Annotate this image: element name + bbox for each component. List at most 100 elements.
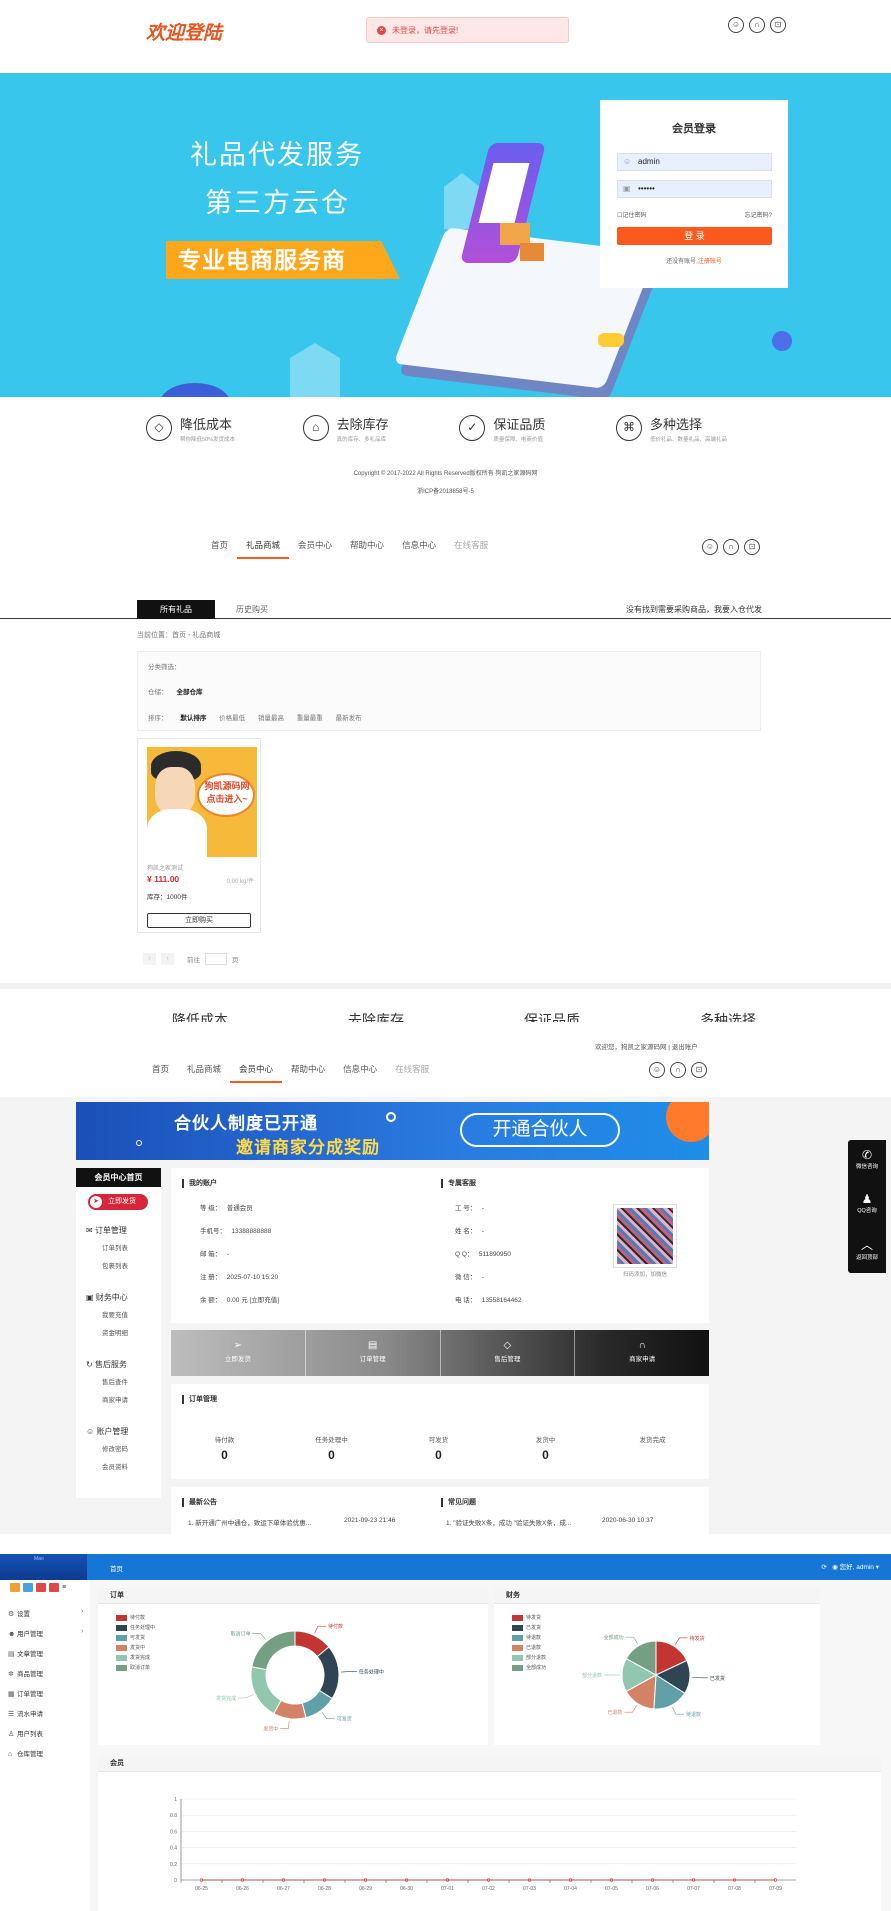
product-image[interactable]: 狗凯源码网 点击进入~ [147,747,257,857]
nav-help[interactable]: 帮助中心 [282,1063,334,1083]
admin-home-tab[interactable]: 首页 [110,1563,123,1573]
filter-warehouse-value[interactable]: 全部仓库 [177,689,203,696]
stat-completed[interactable]: 发货完成 [599,1434,706,1448]
refresh-icon[interactable]: ⟳ [821,1564,826,1571]
prev-page-button[interactable]: ‹ [143,953,156,965]
stat-ready[interactable]: 可发货 0 [385,1434,492,1462]
decor-ring [386,1112,396,1122]
article-icon: ▤ [8,1651,15,1658]
nav-member[interactable]: 会员中心 [230,1063,283,1083]
tab-all-gifts[interactable]: 所有礼品 [137,600,215,619]
user-icon[interactable]: ☺ [728,17,744,33]
buy-button[interactable]: 立即购买 [147,913,251,928]
pie-slice[interactable] [250,1666,282,1715]
action-orders[interactable]: ▤ 订单管理 [306,1330,441,1376]
page-jump-input[interactable] [205,953,227,965]
sort-price[interactable]: 价格最低 [219,715,245,722]
open-partner-button[interactable]: 开通合伙人 [460,1113,620,1147]
sidebar-item-change-password[interactable]: 修改密码 [102,1443,128,1453]
quick-button-orange[interactable] [10,1583,20,1592]
sidebar-item-package-list[interactable]: 包裹列表 [102,1260,128,1270]
nav-home[interactable]: 首页 [202,539,237,559]
user-icon[interactable]: ☺ [702,539,718,555]
sort-sales[interactable]: 销量最高 [258,715,284,722]
cart-icon[interactable]: ⊡ [744,539,760,555]
slice-label: 任务处理中 [359,1669,384,1676]
faq-item[interactable]: 1. "验证失败X条，成功 "验证失败X条，成... [446,1517,571,1527]
quick-button-red[interactable] [49,1583,59,1592]
menu-users[interactable]: ☻ 用户管理 [8,1628,43,1638]
sidebar-item-merchant-apply[interactable]: 商家申请 [102,1394,128,1404]
menu-settings[interactable]: ⚙ 设置 [8,1608,30,1618]
stat-processing[interactable]: 任务处理中 0 [278,1434,385,1462]
menu-warehouse[interactable]: ⌂ 仓库管理 [8,1748,43,1758]
menu-user-list[interactable]: ♙ 用户列表 [8,1728,43,1738]
stat-shipping[interactable]: 发货中 0 [492,1434,599,1462]
menu-toggle-icon[interactable]: ≡ [62,1583,72,1592]
member-top-links[interactable]: 欢迎您，狗凯之家源码网 | 退出账户 [595,1041,698,1051]
menu-orders[interactable]: ▦ 订单管理 [8,1688,43,1698]
nav-mall[interactable]: 礼品商城 [237,539,290,559]
send-icon: ➤ [90,1196,102,1208]
tab-history[interactable]: 历史购买 [236,600,268,619]
stat-pending-pay[interactable]: 待付款 0 [171,1434,278,1462]
forgot-link[interactable]: 忘记密码? [745,210,772,219]
nav-help[interactable]: 帮助中心 [341,539,393,559]
qq-consult[interactable]: ♟ QQ咨询 [848,1192,886,1214]
sidebar-item-recharge[interactable]: 我要充值 [102,1309,128,1319]
password-input[interactable]: ▣ •••••• [617,180,772,198]
headset-icon[interactable]: ∩ [749,17,765,33]
warehouse-request-link[interactable]: 没有找到需要采购商品，我要入仓代发 [626,600,762,619]
admin-user-menu[interactable]: ⟳ ◉ 您好, admin ▾ [821,1561,879,1571]
sort-weight[interactable]: 重量最重 [297,715,323,722]
product-name[interactable]: 狗凯之家测试 [147,863,183,872]
nav-mall[interactable]: 礼品商城 [178,1063,230,1083]
sort-default[interactable]: 默认排序 [180,715,206,722]
headset-icon[interactable]: ∩ [670,1062,686,1078]
account-balance[interactable]: 余 额： 0.00 元 [立即充值] [200,1294,279,1304]
admin-logo[interactable]: Mao [0,1554,87,1580]
menu-articles[interactable]: ▤ 文章管理 [8,1648,43,1658]
cart-icon[interactable]: ⊡ [770,17,786,33]
nav-service[interactable]: 在线客服 [386,1063,438,1083]
banner-badge: 专业电商服务商 [166,241,400,279]
nav-home[interactable]: 首页 [143,1063,178,1083]
menu-flow[interactable]: ☰ 流水申请 [8,1708,43,1718]
login-button[interactable]: 登 录 [617,227,772,245]
nav-service[interactable]: 在线客服 [445,539,497,559]
product-card[interactable]: 狗凯源码网 点击进入~ 狗凯之家测试 ¥ 111.00 0.00 kg/件 库存：… [137,738,261,933]
cart-icon[interactable]: ⊡ [691,1062,707,1078]
sidebar-item-profile[interactable]: 会员资料 [102,1461,128,1471]
ship-now-button[interactable]: ➤ 立即发货 [88,1194,148,1210]
action-ship[interactable]: ➢ 立即发货 [171,1330,306,1376]
nav-member[interactable]: 会员中心 [289,539,341,559]
login-header: 欢迎登陆 × 未登录，请先登录! ☺ ∩ ⊡ [0,0,891,72]
menu-products[interactable]: ✲ 商品管理 [8,1668,43,1678]
user-icon[interactable]: ☺ [649,1062,665,1078]
headset-icon[interactable]: ∩ [723,539,739,555]
wechat-consult[interactable]: ✆ 微信咨询 [848,1148,886,1170]
feature-desc: 真的库存、多礼品库 [336,436,387,443]
nav-info[interactable]: 信息中心 [334,1063,386,1083]
remember-checkbox[interactable]: ☐记住密码 [617,210,646,219]
icp-link[interactable]: 浙ICP备2018858号-5 [0,486,891,495]
next-page-button[interactable]: › [161,953,174,965]
action-aftersale[interactable]: ◇ 售后管理 [441,1330,576,1376]
back-to-top[interactable]: ︿ 返回顶部 [848,1236,886,1261]
partner-banner[interactable]: 合伙人制度已开通 邀请商家分成奖励 开通合伙人 [76,1102,709,1160]
quick-button-blue[interactable] [23,1583,33,1592]
slice-label: 已发货 [710,1675,725,1682]
brand-logo[interactable]: 欢迎登陆 [146,18,222,45]
quick-button-red[interactable] [36,1583,46,1592]
sort-newest[interactable]: 最新发布 [336,715,362,722]
sidebar-item-order-list[interactable]: 订单列表 [102,1242,128,1252]
sidebar-item-funds[interactable]: 资金明细 [102,1327,128,1337]
notice-item[interactable]: 1. 新开通广州中通仓，致运下单体验优惠... [188,1517,311,1527]
nav-info[interactable]: 信息中心 [393,539,445,559]
register-link[interactable]: 注册账号 [698,259,722,265]
action-merchant[interactable]: ∩ 商家申请 [575,1330,709,1376]
username-input[interactable]: ☺ admin [617,153,772,171]
sidebar-home[interactable]: 会员中心首页 [76,1168,161,1187]
pie-slice[interactable] [251,1630,296,1671]
sidebar-item-aftersale-check[interactable]: 售后查件 [102,1376,128,1386]
